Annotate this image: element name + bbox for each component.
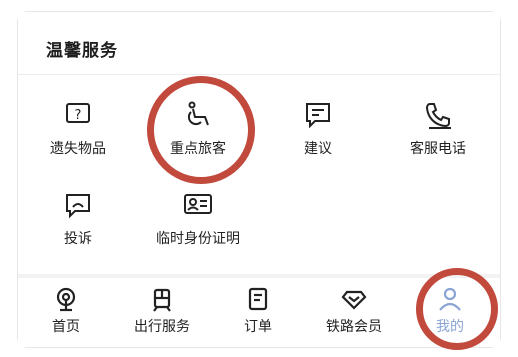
- id-card-icon: [184, 194, 212, 214]
- service-label: 临时身份证明: [156, 231, 240, 247]
- tab-mine[interactable]: 我的: [402, 286, 498, 336]
- service-label: 遗失物品: [50, 141, 106, 157]
- tab-railway-member[interactable]: 铁路会员: [306, 286, 402, 336]
- bottom-tab-bar: 首页 出行服务 订单 铁路会员 我的: [18, 278, 500, 347]
- tab-label: 出行服务: [134, 319, 190, 335]
- user-icon: [439, 287, 461, 311]
- section-divider: [18, 74, 500, 75]
- order-icon: [248, 287, 268, 311]
- home-icon: [56, 287, 76, 312]
- suggestion-icon: [306, 103, 330, 129]
- service-lost-items[interactable]: ? 遗失物品: [18, 100, 138, 158]
- tab-travel-service[interactable]: 出行服务: [114, 286, 210, 336]
- service-phone[interactable]: 客服电话: [378, 100, 498, 158]
- tab-label: 我的: [436, 319, 464, 335]
- service-label: 客服电话: [410, 141, 466, 157]
- service-key-passenger[interactable]: 重点旅客: [138, 100, 258, 158]
- lost-items-icon: ?: [66, 103, 90, 123]
- service-complaint[interactable]: 投诉: [18, 190, 138, 248]
- complaint-icon: [66, 194, 90, 219]
- svg-text:?: ?: [75, 108, 82, 123]
- tab-label: 首页: [52, 319, 80, 335]
- wheelchair-icon: [187, 101, 209, 126]
- service-temp-id[interactable]: 临时身份证明: [138, 190, 258, 248]
- member-icon: [341, 290, 367, 310]
- service-suggestion[interactable]: 建议: [258, 100, 378, 158]
- warm-services-card: 温馨服务 ? 遗失物品 重点旅客 建议 客服电话 投诉 临时身份证明: [18, 12, 500, 274]
- service-label: 建议: [304, 141, 332, 157]
- tab-orders[interactable]: 订单: [210, 286, 306, 336]
- tab-label: 订单: [244, 319, 272, 335]
- tab-home[interactable]: 首页: [18, 286, 114, 336]
- service-label: 重点旅客: [170, 141, 226, 157]
- phone-icon: [425, 103, 451, 129]
- train-icon: [153, 288, 171, 312]
- section-title: 温馨服务: [46, 41, 118, 61]
- tab-label: 铁路会员: [326, 319, 382, 335]
- service-label: 投诉: [64, 231, 92, 247]
